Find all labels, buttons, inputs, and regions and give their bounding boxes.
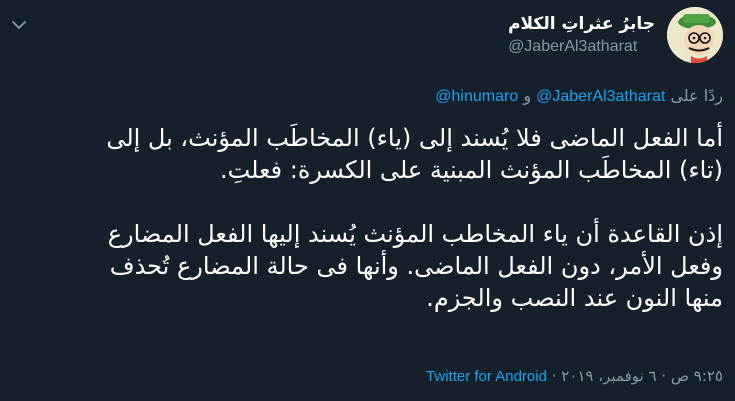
tweet-header: جابرُ عثراتِ الكلام @JaberAl3atharat <box>508 7 723 63</box>
reply-conjunction: و <box>523 86 532 105</box>
tweet-time[interactable]: ٩:٢٥ ص <box>671 367 723 385</box>
author-display-name[interactable]: جابرُ عثراتِ الكلام <box>508 12 655 36</box>
author-names: جابرُ عثراتِ الكلام @JaberAl3atharat <box>508 12 655 58</box>
replying-to-line: ردًا على @JaberAl3atharat و @hinumaro <box>435 86 723 106</box>
author-handle[interactable]: @JaberAl3atharat <box>508 36 637 58</box>
avatar[interactable] <box>667 7 723 63</box>
replying-to-label: ردًا على <box>670 86 723 105</box>
tweet-line-5: منها النون عند النصب والجزم. <box>426 284 723 312</box>
tweet-date[interactable]: ٦ نوفمبر، ٢٠١٩ <box>561 367 656 385</box>
tweet-meta: ٩:٢٥ ص · ٦ نوفمبر، ٢٠١٩ · Twitter for An… <box>426 367 723 385</box>
tweet-card: جابرُ عثراتِ الكلام @JaberAl3atharat ردً… <box>0 0 735 401</box>
meta-separator: · <box>661 367 667 385</box>
chevron-down-icon[interactable] <box>8 14 30 36</box>
tweet-text: أما الفعل الماضى فلا يُسند إلى (ياء) الم… <box>23 122 723 314</box>
mention-hinumaro[interactable]: @hinumaro <box>435 88 518 105</box>
tweet-source-link[interactable]: Twitter for Android <box>426 368 547 385</box>
tweet-line-4: وفعل الأمر، دون الفعل الماضى. وأنها فى ح… <box>109 252 723 280</box>
tweet-line-3: إذن القاعدة أن ياء المخاطب المؤنث يُسند … <box>107 220 723 248</box>
mention-jaber[interactable]: @JaberAl3atharat <box>536 88 665 105</box>
tweet-line-2: (تاء) المخاطَب المؤنث المبنية على الكسرة… <box>219 156 723 184</box>
tweet-line-1: أما الفعل الماضى فلا يُسند إلى (ياء) الم… <box>106 124 723 152</box>
meta-separator-2: · <box>551 367 557 385</box>
